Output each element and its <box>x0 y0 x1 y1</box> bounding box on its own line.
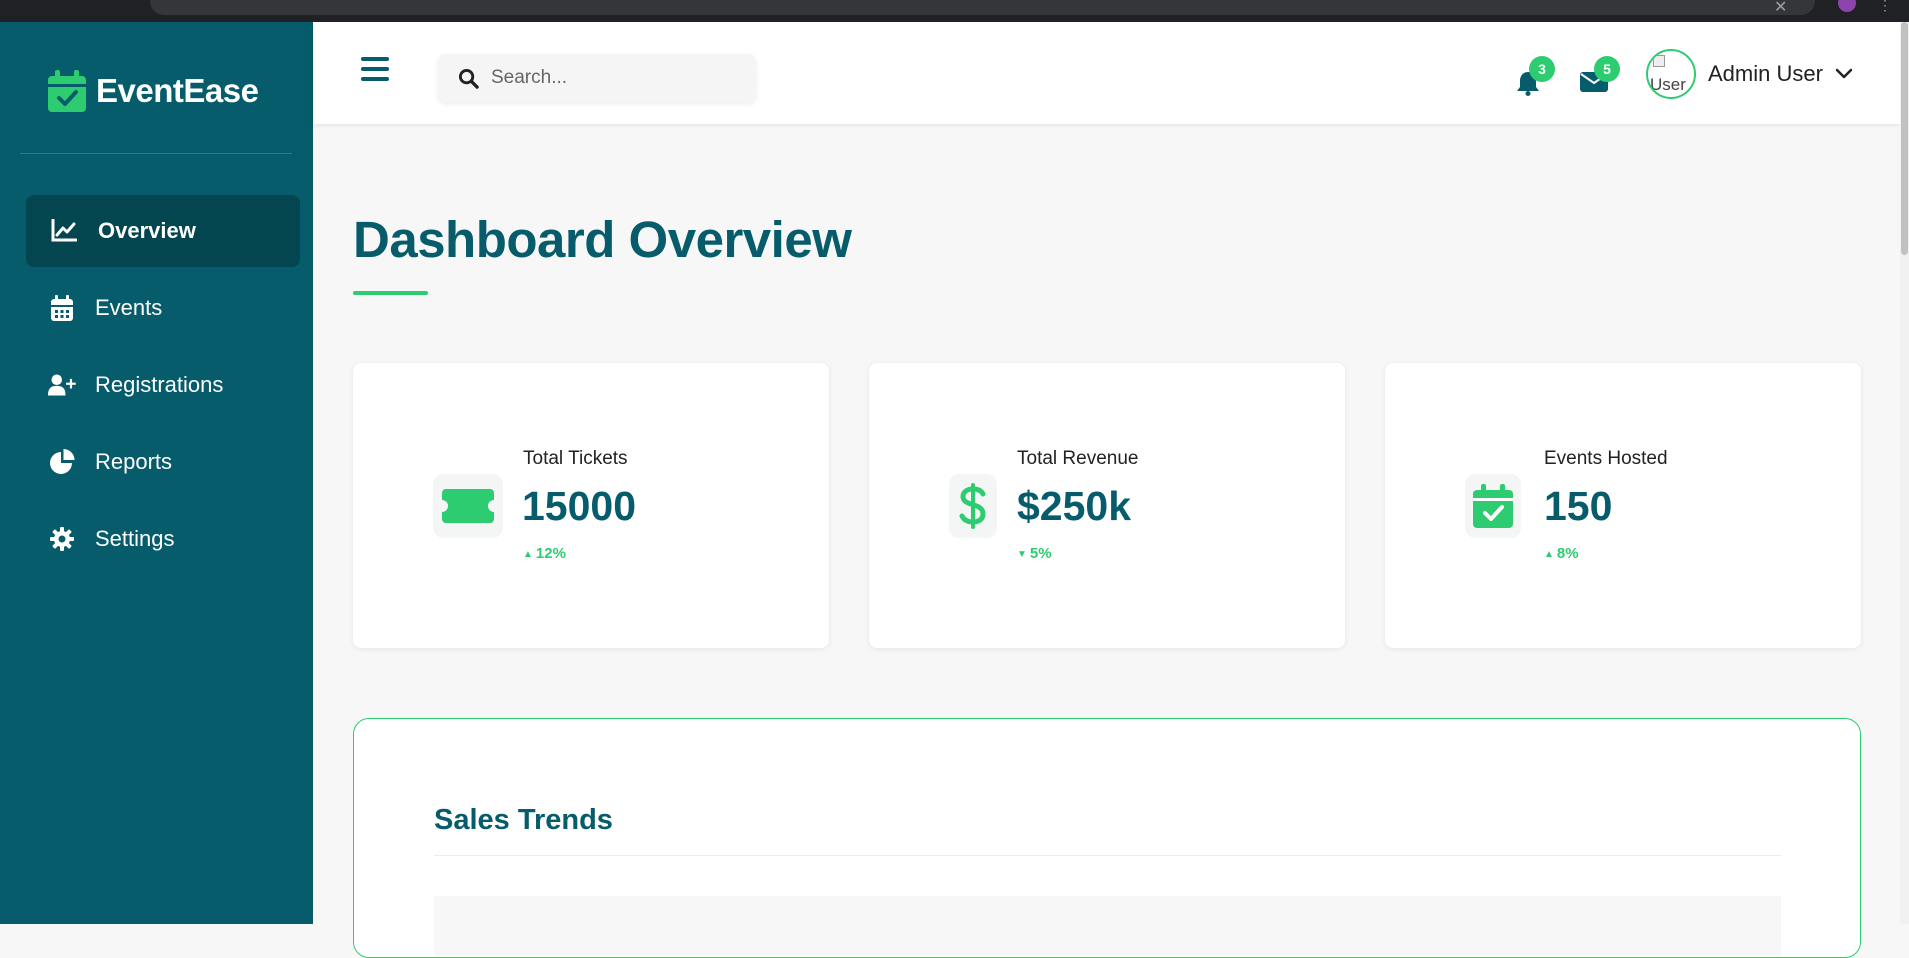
calendar-icon <box>48 295 76 321</box>
stat-trend: ▼ 5% <box>1017 545 1052 562</box>
stat-label: Events Hosted <box>1544 448 1668 469</box>
sidebar-item-label: Overview <box>98 218 196 243</box>
chevron-down-icon[interactable] <box>1835 68 1853 80</box>
sales-chart-area <box>434 896 1781 956</box>
page-scrollbar[interactable] <box>1900 22 1909 924</box>
pie-chart-icon <box>48 449 76 475</box>
page-title: Dashboard Overview <box>353 211 852 268</box>
browser-profile-icon[interactable] <box>1838 0 1856 12</box>
broken-image-icon <box>1653 55 1665 67</box>
sidebar-item-events[interactable]: Events <box>26 272 300 344</box>
sidebar-nav: Overview Events Registrations Reports Se… <box>26 195 300 580</box>
menu-toggle-icon[interactable] <box>361 57 389 81</box>
avatar-alt-text: User <box>1650 75 1686 94</box>
browser-menu-icon[interactable]: ⋮ <box>1878 0 1892 14</box>
sidebar-item-reports[interactable]: Reports <box>26 426 300 498</box>
stat-card-events-hosted: Events Hosted 150 ▲ 8% <box>1385 363 1861 648</box>
dollar-icon <box>949 474 997 538</box>
ticket-icon <box>433 474 503 538</box>
notifications-badge: 3 <box>1529 56 1555 82</box>
stat-trend: ▲ 12% <box>523 545 566 562</box>
sidebar-item-label: Events <box>95 295 163 320</box>
stat-card-total-revenue: Total Revenue $250k ▼ 5% <box>869 363 1345 648</box>
stat-label: Total Revenue <box>1017 448 1139 469</box>
caret-up-icon: ▲ <box>523 549 533 560</box>
stat-label: Total Tickets <box>523 448 628 469</box>
brand-name: EventEase <box>96 72 259 109</box>
sales-trends-card: Sales Trends <box>353 718 1861 958</box>
messages-button[interactable]: 5 <box>1580 56 1620 100</box>
sidebar-item-label: Registrations <box>95 372 224 397</box>
gear-icon <box>48 526 76 552</box>
user-menu[interactable]: User Admin User <box>1646 49 1853 99</box>
messages-badge: 5 <box>1594 56 1620 82</box>
sidebar-item-label: Reports <box>95 449 173 474</box>
browser-bar: ✕ ⋮ <box>0 0 1909 22</box>
stat-value: 15000 <box>522 483 637 529</box>
divider <box>20 153 292 154</box>
browser-address-bar[interactable] <box>150 0 1815 15</box>
calendar-check-icon <box>1465 474 1521 538</box>
stat-value: $250k <box>1017 483 1132 529</box>
stat-card-total-tickets: Total Tickets 15000 ▲ 12% <box>353 363 829 648</box>
caret-down-icon: ▼ <box>1017 549 1027 560</box>
notifications-button[interactable]: 3 <box>1515 56 1555 100</box>
top-header: 3 5 User Admin User <box>313 22 1900 124</box>
stat-value: 150 <box>1544 483 1613 529</box>
search-box[interactable] <box>438 54 756 102</box>
sidebar-item-overview[interactable]: Overview <box>26 195 300 267</box>
sales-trends-title: Sales Trends <box>434 804 613 836</box>
sidebar-item-label: Settings <box>95 526 175 551</box>
search-input[interactable] <box>489 66 729 90</box>
divider <box>434 855 1781 856</box>
brand[interactable]: EventEase <box>48 70 259 112</box>
chart-line-icon <box>50 218 78 244</box>
sidebar-item-registrations[interactable]: Registrations <box>26 349 300 421</box>
calendar-check-icon <box>48 70 86 112</box>
stat-trend: ▲ 8% <box>1544 545 1579 562</box>
caret-up-icon: ▲ <box>1544 549 1554 560</box>
user-name: Admin User <box>1708 61 1823 86</box>
title-underline <box>353 291 428 295</box>
sidebar-item-settings[interactable]: Settings <box>26 503 300 575</box>
scrollbar-thumb[interactable] <box>1901 22 1908 255</box>
sidebar: EventEase Overview Events Registrations … <box>0 22 313 924</box>
close-icon[interactable]: ✕ <box>1774 0 1787 17</box>
user-plus-icon <box>48 372 76 398</box>
search-icon <box>458 68 479 89</box>
avatar[interactable]: User <box>1646 49 1696 99</box>
